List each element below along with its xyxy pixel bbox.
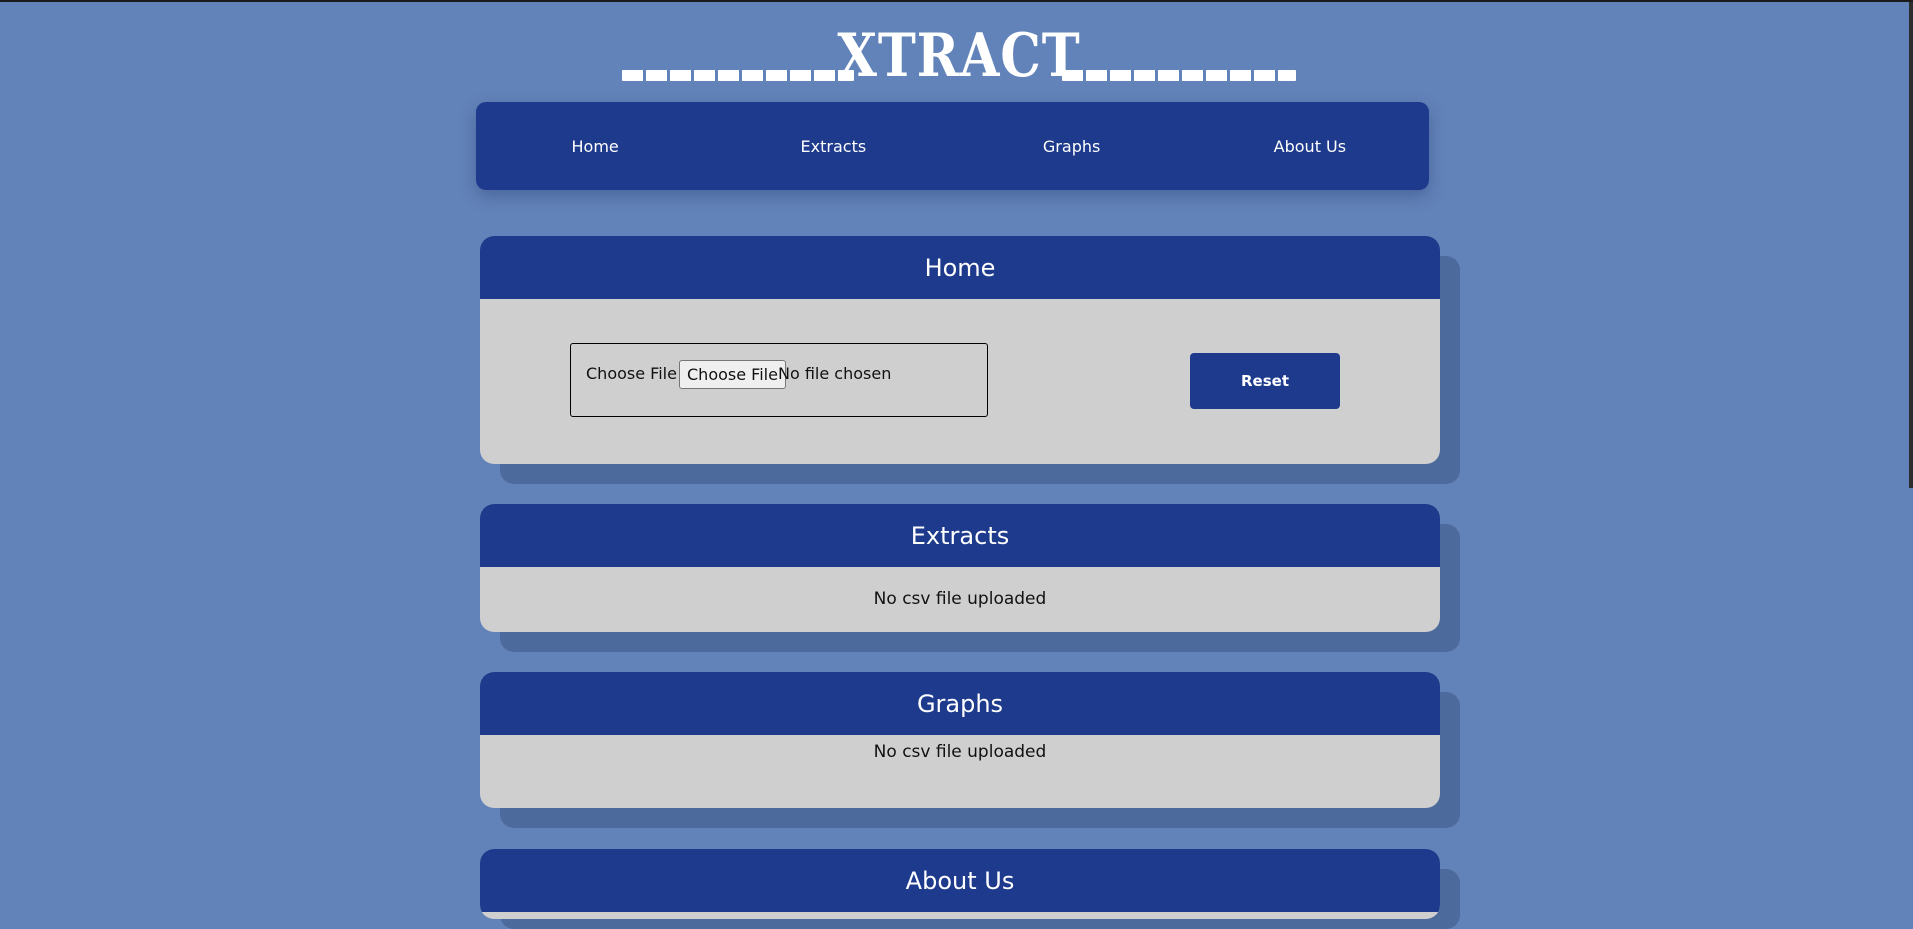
extracts-section-title: Extracts [480,504,1440,567]
about-section: About Us [480,849,1440,919]
vertical-scrollbar[interactable] [1909,2,1913,488]
home-section-title: Home [480,236,1440,299]
site-logo: XTRACT [622,22,1296,90]
reset-button[interactable]: Reset [1190,353,1340,409]
home-section-body: Choose File : Choose File No file chosen… [480,299,1440,464]
file-upload-label: Choose File : [586,364,688,383]
graphs-message: No csv file uploaded [873,742,1047,762]
file-status-text: No file chosen [778,364,892,383]
file-upload-box: Choose File : Choose File No file chosen [570,343,988,417]
window-top-border [0,0,1913,2]
home-section: Home Choose File : Choose File No file c… [480,236,1440,464]
nav-item-home[interactable]: Home [476,102,714,190]
extracts-message: No csv file uploaded [873,589,1047,609]
nav-item-extracts[interactable]: Extracts [714,102,952,190]
graphs-section: Graphs No csv file uploaded [480,672,1440,808]
nav-item-graphs[interactable]: Graphs [953,102,1191,190]
choose-file-button[interactable]: Choose File [679,360,786,389]
main-navigation: Home Extracts Graphs About Us [476,102,1429,190]
graphs-section-title: Graphs [480,672,1440,735]
extracts-section: Extracts No csv file uploaded [480,504,1440,632]
nav-item-about-us[interactable]: About Us [1191,102,1429,190]
about-section-title: About Us [480,849,1440,912]
logo-text: XTRACT [837,21,1081,91]
